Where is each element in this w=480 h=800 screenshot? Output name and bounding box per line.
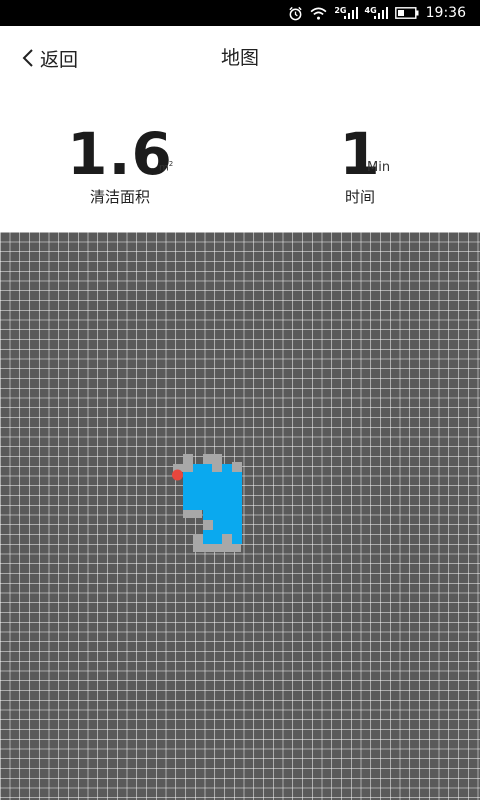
map-canvas	[0, 232, 480, 800]
chevron-left-icon	[22, 49, 33, 67]
area-label: 清洁面积	[89, 188, 150, 206]
area-stat: 1.6 m2 清洁面积	[0, 90, 240, 232]
time-label: 时间	[344, 188, 375, 206]
cleaning-map[interactable]	[0, 232, 480, 800]
time-stat: 1 Min 时间	[240, 90, 480, 232]
network-2g-label: 2G	[334, 6, 347, 15]
time-value: 1	[339, 120, 381, 188]
robot-position-marker	[172, 469, 183, 481]
wifi-icon	[310, 7, 327, 20]
status-time: 19:36	[425, 5, 466, 21]
area-value: 1.6	[67, 120, 173, 188]
area-unit: m2	[159, 160, 174, 174]
back-label: 返回	[40, 48, 79, 71]
network-4g-label: 4G	[364, 6, 377, 15]
battery-icon	[394, 7, 419, 19]
back-button[interactable]: 返回	[22, 42, 78, 74]
stats-panel: 1.6 m2 清洁面积 1 Min 时间	[0, 90, 480, 232]
time-unit: Min	[367, 160, 391, 175]
alarm-icon	[289, 6, 303, 20]
app-header: 返回 地图	[0, 26, 480, 90]
status-bar: 2G 4G 19:36	[0, 0, 480, 26]
